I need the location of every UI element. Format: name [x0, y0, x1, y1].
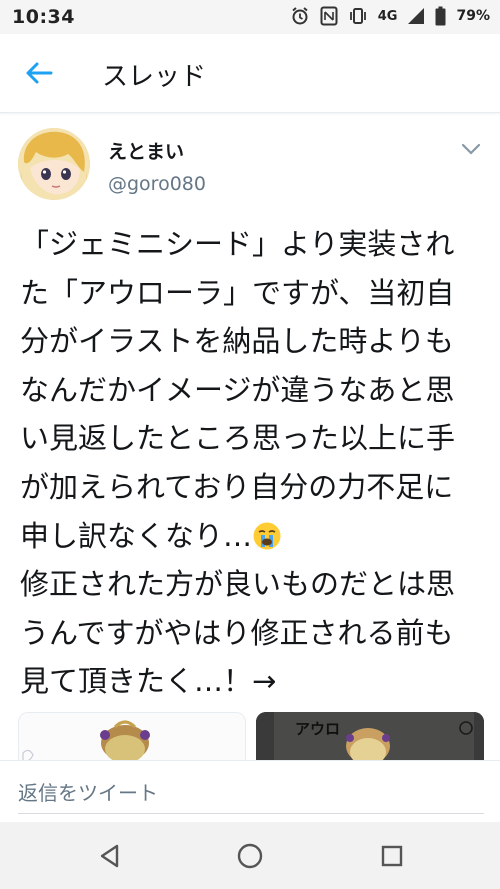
media-image-2[interactable]: アウロ	[256, 712, 484, 760]
nav-back-button[interactable]	[92, 838, 128, 874]
battery-percent: 79%	[456, 8, 490, 24]
tweet-line: 分がイラストを納品した時よりも	[20, 324, 454, 359]
alarm-icon	[290, 6, 310, 26]
recents-square-icon	[381, 845, 403, 867]
illustration-original	[19, 713, 245, 760]
home-circle-icon	[237, 843, 263, 869]
tweet-menu-button[interactable]	[460, 140, 482, 158]
vibrate-icon	[348, 6, 368, 26]
crying-face-icon	[253, 522, 281, 550]
tweet: えとまい @goro080 「ジェミニシード」より実装され た「アウローラ」です…	[0, 112, 500, 760]
tweet-line: なんだかイメージが違うなあと思	[20, 372, 455, 407]
author-name[interactable]: えとまい	[108, 137, 184, 164]
tweet-line: い見返したところ思った以上に手	[20, 421, 456, 456]
page-title: スレッド	[102, 62, 207, 92]
tweet-line-with-emoji: 申し訳なくなり…	[20, 512, 490, 561]
back-triangle-icon	[100, 844, 119, 868]
app-header: スレッド	[0, 34, 500, 113]
media-caption: アウロ	[295, 720, 341, 738]
network-label: 4G	[377, 8, 398, 24]
tweet-line: 修正された方が良いものだとは思	[20, 567, 456, 602]
chevron-down-icon	[461, 143, 481, 155]
status-bar: 10:34 4G 79%	[0, 0, 500, 34]
tweet-line: 「ジェミニシード」より実装され	[20, 227, 455, 261]
nfc-icon	[320, 6, 338, 26]
author-handle[interactable]: @goro080	[108, 173, 206, 195]
tweet-line: た「アウローラ」ですが、当初自	[20, 275, 455, 310]
illustration-modified	[256, 712, 484, 760]
back-arrow-icon	[26, 62, 53, 84]
tweet-line: が加えられており自分の力不足に	[20, 469, 454, 504]
avatar[interactable]	[18, 128, 90, 200]
system-nav-bar	[0, 822, 500, 889]
back-button[interactable]	[22, 56, 56, 90]
tweet-line: 見て頂きたく…！→	[20, 664, 277, 699]
reply-input[interactable]: 返信をツイート	[18, 775, 484, 814]
status-time: 10:34	[12, 6, 75, 28]
nav-home-button[interactable]	[232, 838, 268, 874]
reply-bar: 返信をツイート	[0, 760, 500, 823]
tweet-line: うんですがやはり修正される前も	[20, 615, 454, 650]
tweet-text: 「ジェミニシード」より実装され た「アウローラ」ですが、当初自 分がイラストを納…	[20, 220, 490, 706]
nav-recents-button[interactable]	[374, 838, 410, 874]
status-icons: 4G 79%	[290, 6, 490, 26]
signal-icon	[407, 7, 425, 25]
media-image-1[interactable]	[18, 712, 246, 760]
avatar-illustration	[18, 128, 90, 200]
tweet-line: 申し訳なくなり…	[20, 518, 253, 553]
battery-icon	[435, 6, 446, 26]
